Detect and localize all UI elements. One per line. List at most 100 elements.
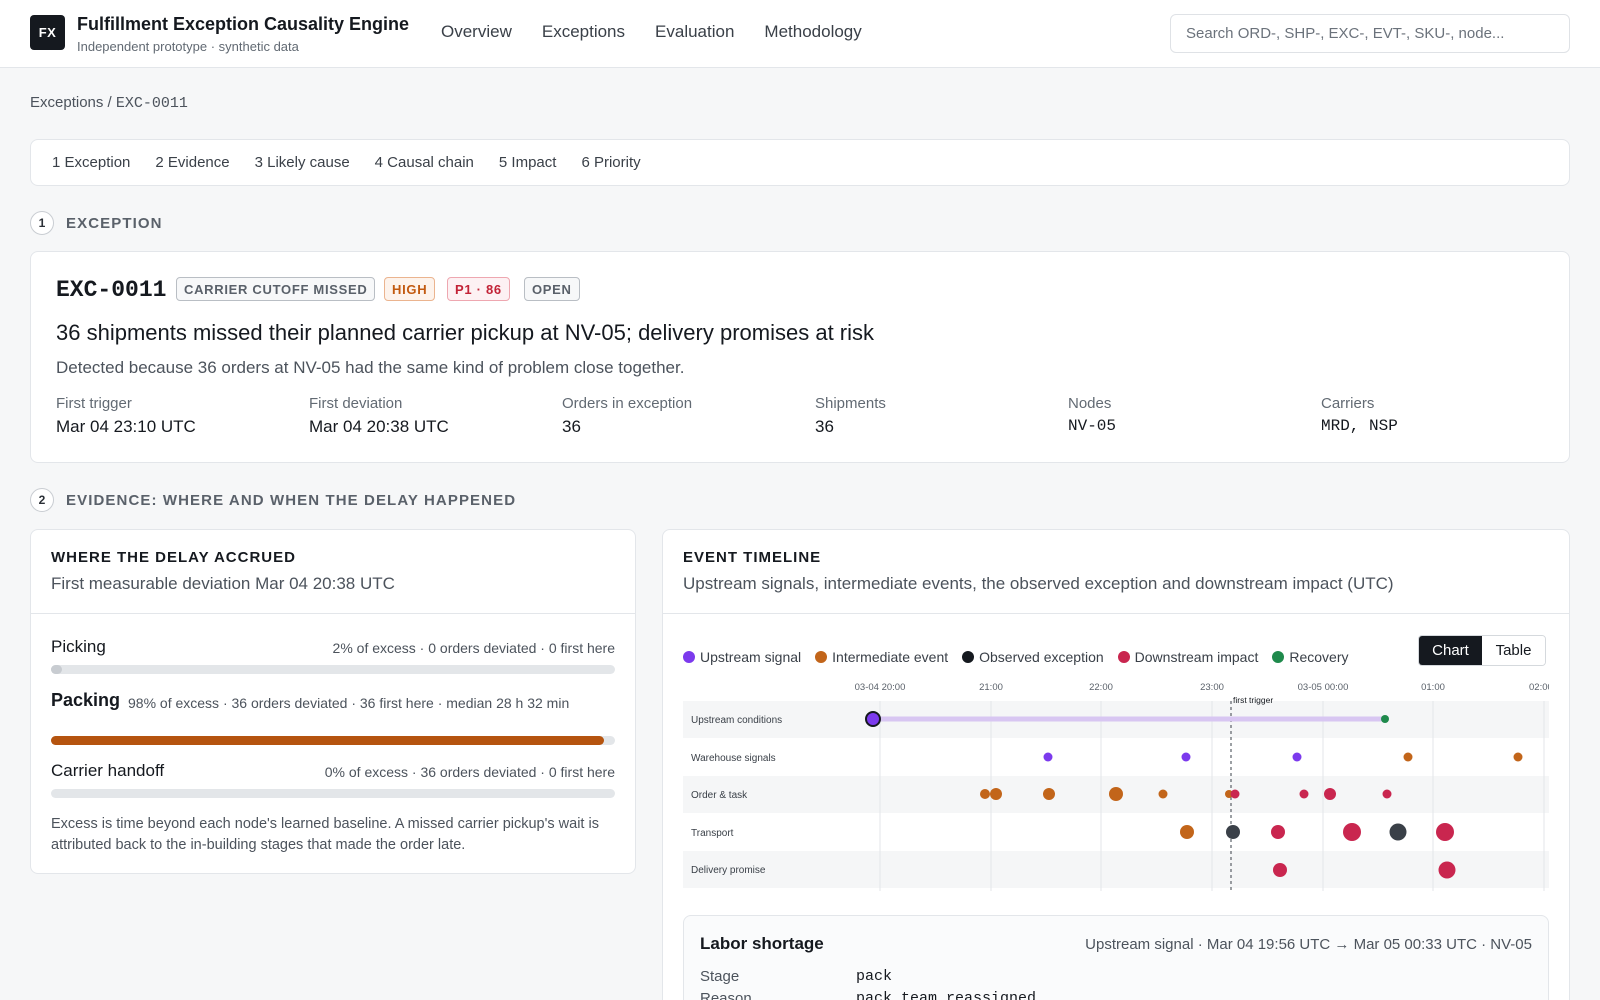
legend-observed-exception[interactable]: Observed exception <box>962 649 1104 665</box>
event-marker[interactable] <box>1271 825 1285 839</box>
legend-dot <box>683 651 695 663</box>
legend-dot <box>962 651 975 663</box>
card-title: WHERE THE DELAY ACCRUED <box>51 549 296 566</box>
tick-label: 23:00 <box>1200 682 1224 693</box>
section-title: EXCEPTION <box>66 214 163 232</box>
event-marker[interactable] <box>1436 823 1454 841</box>
meta-label: First trigger <box>56 395 132 412</box>
table-view-button[interactable]: Table <box>1482 636 1545 665</box>
event-marker[interactable] <box>1181 752 1191 762</box>
event-marker[interactable] <box>1324 788 1336 800</box>
status-badge: OPEN <box>524 277 580 301</box>
event-marker[interactable] <box>1043 788 1055 800</box>
lane-label: Upstream conditions <box>691 715 782 726</box>
exception-id: EXC-0011 <box>56 277 167 303</box>
legend-label: Downstream impact <box>1134 649 1259 665</box>
divider <box>663 613 1569 614</box>
view-toggle: Chart Table <box>1418 635 1546 666</box>
nav-evaluation[interactable]: Evaluation <box>655 22 734 42</box>
step-evidence[interactable]: 2 Evidence <box>155 154 229 171</box>
event-marker[interactable] <box>1230 789 1240 799</box>
event-marker[interactable] <box>1343 823 1361 841</box>
legend-upstream-signal[interactable]: Upstream signal <box>683 649 801 665</box>
section-number: 2 <box>30 488 54 512</box>
legend-label: Intermediate event <box>832 649 949 665</box>
meta-first-deviation: First deviation Mar 04 20:38 UTC <box>309 395 449 437</box>
meta-shipments: Shipments 36 <box>815 395 886 437</box>
app-logo[interactable]: FX <box>30 15 65 50</box>
card-title: EVENT TIMELINE <box>683 549 822 566</box>
exception-headline: 36 shipments missed their planned carrie… <box>56 320 875 345</box>
meta-value: Mar 04 23:10 UTC <box>56 417 196 436</box>
event-marker[interactable] <box>1382 789 1392 799</box>
step-exception[interactable]: 1 Exception <box>52 154 130 171</box>
legend-recovery[interactable]: Recovery <box>1272 649 1349 665</box>
nav-methodology[interactable]: Methodology <box>764 22 861 42</box>
lane-label: Order & task <box>691 790 748 801</box>
bar-fill <box>51 736 604 745</box>
timeline-chart: 03-04 20:00 21:00 22:00 23:00 03-05 00:0… <box>683 682 1549 891</box>
event-marker[interactable] <box>1299 789 1309 799</box>
excess-note: Excess is time beyond each node's learne… <box>51 816 599 853</box>
tick-label: 02:00 <box>1529 682 1549 693</box>
step-priority[interactable]: 6 Priority <box>581 154 640 171</box>
observed-exception-marker[interactable] <box>1226 825 1240 839</box>
app-title: Fulfillment Exception Causality Engine <box>77 14 410 34</box>
step-impact[interactable]: 5 Impact <box>499 154 557 171</box>
detail-value: pack_team_reassigned <box>856 990 1037 1000</box>
observed-exception-marker[interactable] <box>1389 823 1407 841</box>
meta-value: Mar 04 20:38 UTC <box>309 417 449 436</box>
nav-overview[interactable]: Overview <box>441 22 512 42</box>
stage-carrier-handoff-name: Carrier handoff <box>51 761 165 780</box>
breadcrumb: Exceptions / EXC-0011 <box>30 94 188 112</box>
step-likely-cause[interactable]: 3 Likely cause <box>255 154 350 171</box>
priority-badge: P1 · 86 <box>447 277 510 301</box>
meta-value[interactable]: NV-05 <box>1068 417 1116 435</box>
chart-view-button[interactable]: Chart <box>1419 636 1482 665</box>
meta-carriers: Carriers MRD, NSP <box>1321 395 1398 435</box>
legend-intermediate-event[interactable]: Intermediate event <box>815 649 948 665</box>
event-marker[interactable] <box>1292 752 1302 762</box>
event-marker[interactable] <box>1273 863 1287 877</box>
section-title: EVIDENCE: WHERE AND WHEN THE DELAY HAPPE… <box>66 491 517 509</box>
legend-label: Observed exception <box>979 649 1104 665</box>
lane-label: Warehouse signals <box>691 753 776 764</box>
event-marker[interactable] <box>1180 825 1194 839</box>
meta-label: Orders in exception <box>562 395 693 412</box>
section-exception-header: 1 EXCEPTION <box>30 211 163 235</box>
breadcrumb-parent[interactable]: Exceptions <box>30 94 103 111</box>
event-marker[interactable] <box>1438 861 1456 879</box>
legend-dot <box>1272 651 1285 663</box>
card-subtitle: Upstream signals, intermediate events, t… <box>683 574 1394 593</box>
step-nav: 1 Exception 2 Evidence 3 Likely cause 4 … <box>30 139 1570 186</box>
event-marker[interactable] <box>980 789 990 799</box>
event-marker[interactable] <box>990 788 1002 800</box>
time-axis: 03-04 20:00 21:00 22:00 23:00 03-05 00:0… <box>855 682 1549 693</box>
stage-packing-name: Packing <box>51 690 121 710</box>
tick-label: 21:00 <box>979 682 1003 693</box>
event-marker[interactable] <box>1403 752 1413 762</box>
event-marker[interactable] <box>1158 789 1168 799</box>
legend-label: Recovery <box>1289 649 1349 665</box>
step-causal-chain[interactable]: 4 Causal chain <box>375 154 474 171</box>
meta-nodes: Nodes NV-05 <box>1068 395 1116 435</box>
lane-band <box>683 851 1549 888</box>
lane-label: Delivery promise <box>691 865 766 876</box>
breadcrumb-current: EXC-0011 <box>115 95 188 112</box>
legend-downstream-impact[interactable]: Downstream impact <box>1117 649 1259 665</box>
timeline-legend: Upstream signal Intermediate event Obser… <box>683 649 1349 665</box>
event-timeline-card: EVENT TIMELINE Upstream signals, interme… <box>662 529 1570 1000</box>
event-marker[interactable] <box>1043 752 1053 762</box>
stage-picking-stats: 2% of excess · 0 orders deviated · 0 fir… <box>332 640 615 656</box>
nav-exceptions[interactable]: Exceptions <box>542 22 625 42</box>
tick-label: 22:00 <box>1089 682 1113 693</box>
search-input[interactable] <box>1170 14 1570 53</box>
recovery-marker[interactable] <box>1381 715 1389 723</box>
meta-value[interactable]: MRD, NSP <box>1321 417 1398 435</box>
section-number: 1 <box>30 211 54 235</box>
event-marker[interactable] <box>1513 752 1523 762</box>
event-marker[interactable] <box>1109 787 1123 801</box>
event-detail-panel: Labor shortage Upstream signal · Mar 04 … <box>683 915 1549 1000</box>
exception-card: EXC-0011 CARRIER CUTOFF MISSED HIGH P1 ·… <box>30 251 1570 463</box>
upstream-signal-marker[interactable] <box>865 711 881 727</box>
